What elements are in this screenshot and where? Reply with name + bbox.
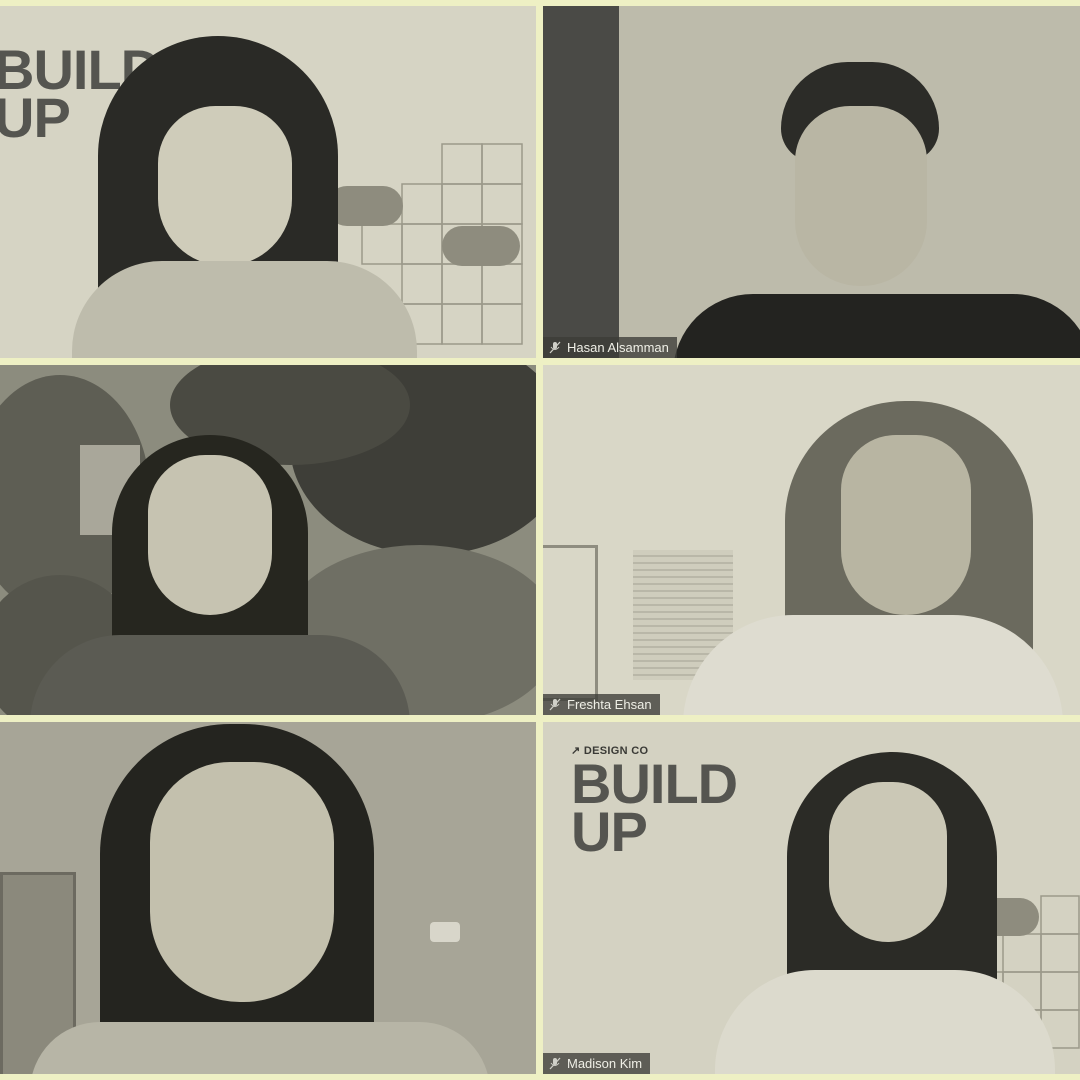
participant-name: Hasan Alsamman — [567, 340, 669, 355]
person-shirt — [72, 261, 417, 358]
mic-muted-icon — [549, 341, 561, 354]
video-tile-6[interactable]: ↗ DESIGN CO BUILD UP Madison Kim — [543, 722, 1080, 1074]
build-up-logo: BUILD UP — [571, 756, 738, 859]
door-frame — [543, 545, 598, 701]
participant-name-label: Hasan Alsamman — [543, 337, 677, 358]
video-tile-2[interactable]: Hasan Alsamman — [543, 6, 1080, 358]
person-shirt — [673, 294, 1080, 358]
person-face — [829, 782, 947, 942]
person-shirt — [683, 615, 1063, 715]
mic-muted-icon — [549, 698, 561, 711]
participant-name: Freshta Ehsan — [567, 697, 652, 712]
participant-name: Madison Kim — [567, 1056, 643, 1071]
video-tile-4[interactable]: Freshta Ehsan — [543, 365, 1080, 715]
video-tile-3[interactable] — [0, 365, 536, 715]
person-face — [841, 435, 971, 615]
person-face — [148, 455, 272, 615]
mic-muted-icon — [549, 1057, 561, 1070]
person-shirt — [30, 1022, 490, 1074]
person-face — [158, 106, 292, 266]
participant-name-label: Madison Kim — [543, 1053, 651, 1074]
person-face — [150, 762, 334, 1002]
wall-dark-panel — [543, 6, 619, 358]
participant-name-label: Freshta Ehsan — [543, 694, 660, 715]
person-face — [795, 106, 927, 286]
floor-lamp — [430, 922, 460, 942]
video-tile-1[interactable]: BUILD UP — [0, 6, 536, 358]
video-tile-5[interactable] — [0, 722, 536, 1074]
person-shirt — [30, 635, 410, 715]
person-shirt — [715, 970, 1055, 1074]
